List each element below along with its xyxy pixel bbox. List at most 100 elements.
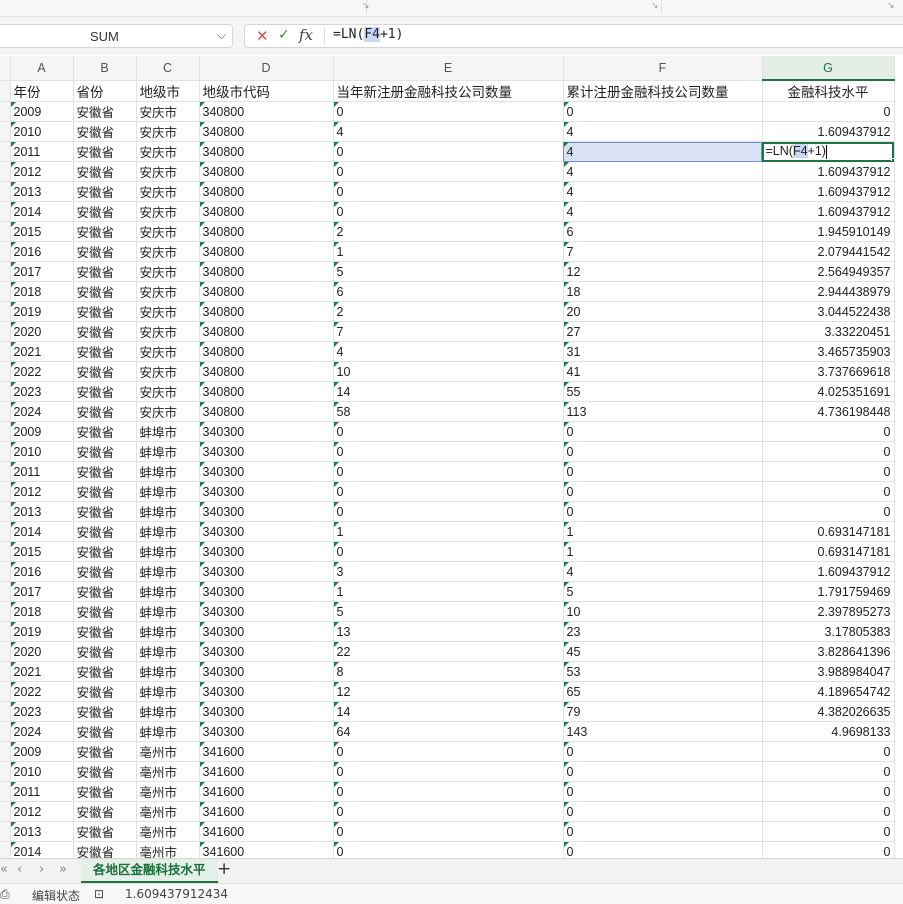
table-cell[interactable]: 安徽省 — [73, 301, 137, 322]
table-cell[interactable]: 58 — [333, 401, 564, 422]
table-cell[interactable]: 3.044522438 — [762, 301, 895, 322]
table-cell[interactable]: 2018 — [10, 601, 74, 622]
table-cell[interactable]: 0 — [762, 781, 895, 802]
table-cell[interactable]: 0 — [762, 801, 895, 822]
table-cell[interactable]: 12 — [333, 681, 564, 702]
table-cell[interactable]: 1.609437912 — [762, 201, 895, 222]
table-cell[interactable]: 0 — [563, 801, 763, 822]
table-cell[interactable]: 0 — [762, 101, 895, 122]
row-number[interactable] — [0, 121, 11, 142]
table-cell[interactable]: 0 — [762, 821, 895, 842]
table-cell[interactable]: 5 — [333, 601, 564, 622]
table-cell[interactable]: 安徽省 — [73, 501, 137, 522]
table-cell[interactable]: 340300 — [199, 621, 334, 642]
table-cell[interactable]: 0 — [563, 761, 763, 782]
table-cell[interactable]: 安庆市 — [136, 221, 200, 242]
table-cell[interactable]: 53 — [563, 661, 763, 682]
table-cell[interactable]: 安庆市 — [136, 241, 200, 262]
table-cell[interactable]: 安徽省 — [73, 221, 137, 242]
table-cell[interactable]: 340300 — [199, 421, 334, 442]
table-cell[interactable]: 4 — [563, 181, 763, 202]
column-header-g[interactable]: G — [762, 56, 895, 81]
table-cell[interactable]: 亳州市 — [136, 821, 200, 842]
table-cell[interactable]: 64 — [333, 721, 564, 742]
table-cell[interactable]: 1.609437912 — [762, 161, 895, 182]
table-cell[interactable]: 341600 — [199, 781, 334, 802]
table-cell[interactable]: 安庆市 — [136, 181, 200, 202]
header-cell-new-fintech[interactable]: 当年新注册金融科技公司数量 — [333, 80, 564, 102]
row-number[interactable] — [0, 721, 11, 742]
table-cell[interactable]: 安徽省 — [73, 541, 137, 562]
table-cell[interactable]: 14 — [333, 381, 564, 402]
row-number[interactable] — [0, 621, 11, 642]
table-cell[interactable]: 亳州市 — [136, 841, 200, 858]
table-cell[interactable]: 0 — [333, 421, 564, 442]
table-cell[interactable]: 0 — [762, 841, 895, 858]
table-cell[interactable]: 12 — [563, 261, 763, 282]
table-cell[interactable]: 安徽省 — [73, 361, 137, 382]
table-cell[interactable]: 蚌埠市 — [136, 661, 200, 682]
table-cell[interactable]: 蚌埠市 — [136, 561, 200, 582]
table-cell[interactable]: 0 — [333, 141, 564, 162]
table-cell[interactable]: 2021 — [10, 661, 74, 682]
table-cell[interactable]: 安徽省 — [73, 101, 137, 122]
formula-input[interactable]: =LN(F4+1) — [333, 27, 403, 42]
row-number[interactable] — [0, 581, 11, 602]
table-cell[interactable]: 4.025351691 — [762, 381, 895, 402]
table-cell[interactable]: 0 — [563, 461, 763, 482]
row-number[interactable] — [0, 521, 11, 542]
table-cell[interactable]: 2016 — [10, 561, 74, 582]
table-cell[interactable]: 0 — [333, 501, 564, 522]
header-cell-city[interactable]: 地级市 — [136, 80, 200, 102]
table-cell[interactable]: 2011 — [10, 461, 74, 482]
row-number[interactable] — [0, 421, 11, 442]
table-cell[interactable]: 蚌埠市 — [136, 541, 200, 562]
table-cell[interactable]: 安庆市 — [136, 161, 200, 182]
table-cell[interactable]: 3.828641396 — [762, 641, 895, 662]
table-cell[interactable]: 安徽省 — [73, 261, 137, 282]
table-cell[interactable]: 0 — [563, 841, 763, 858]
column-header-f[interactable]: F — [563, 56, 763, 81]
table-cell[interactable]: 2011 — [10, 781, 74, 802]
row-number[interactable] — [0, 641, 11, 662]
table-cell[interactable]: 7 — [333, 321, 564, 342]
table-cell[interactable]: 蚌埠市 — [136, 441, 200, 462]
table-cell[interactable]: 安徽省 — [73, 401, 137, 422]
table-cell[interactable]: 18 — [563, 281, 763, 302]
table-cell[interactable]: 安庆市 — [136, 281, 200, 302]
table-cell[interactable]: 蚌埠市 — [136, 621, 200, 642]
cancel-icon[interactable]: ✕ — [256, 27, 269, 45]
spreadsheet-grid[interactable]: A B C D E F G 年份 省份 地级市 地级市代码 当年新注册金融科技公… — [0, 56, 903, 858]
table-cell[interactable]: 安徽省 — [73, 481, 137, 502]
row-number[interactable] — [0, 661, 11, 682]
table-cell[interactable]: 2015 — [10, 221, 74, 242]
table-cell[interactable]: 安徽省 — [73, 781, 137, 802]
table-cell[interactable]: 341600 — [199, 821, 334, 842]
table-cell[interactable]: 0 — [563, 501, 763, 522]
row-number[interactable] — [0, 781, 11, 802]
table-cell[interactable]: 安徽省 — [73, 621, 137, 642]
table-cell[interactable]: 3.737669618 — [762, 361, 895, 382]
table-cell[interactable]: 0 — [333, 841, 564, 858]
table-cell[interactable]: 0 — [333, 201, 564, 222]
row-number[interactable] — [0, 301, 11, 322]
sheet-tab[interactable]: 各地区金融科技水平 — [81, 859, 218, 883]
table-cell[interactable]: 340800 — [199, 181, 334, 202]
table-cell[interactable]: 安徽省 — [73, 561, 137, 582]
table-cell[interactable]: 0 — [762, 501, 895, 522]
table-cell[interactable]: 79 — [563, 701, 763, 722]
referenced-cell[interactable]: 4 — [563, 141, 763, 162]
table-cell[interactable]: 5 — [333, 261, 564, 282]
table-cell[interactable]: 1 — [333, 241, 564, 262]
table-cell[interactable]: 5 — [563, 581, 763, 602]
table-cell[interactable]: 2018 — [10, 281, 74, 302]
table-cell[interactable]: 安徽省 — [73, 601, 137, 622]
table-cell[interactable]: 2017 — [10, 261, 74, 282]
table-cell[interactable]: 340300 — [199, 681, 334, 702]
table-cell[interactable]: 安徽省 — [73, 201, 137, 222]
table-cell[interactable]: 0 — [762, 421, 895, 442]
table-cell[interactable]: 340800 — [199, 241, 334, 262]
table-cell[interactable]: 2010 — [10, 121, 74, 142]
table-cell[interactable]: 4.382026635 — [762, 701, 895, 722]
row-number[interactable] — [0, 261, 11, 282]
